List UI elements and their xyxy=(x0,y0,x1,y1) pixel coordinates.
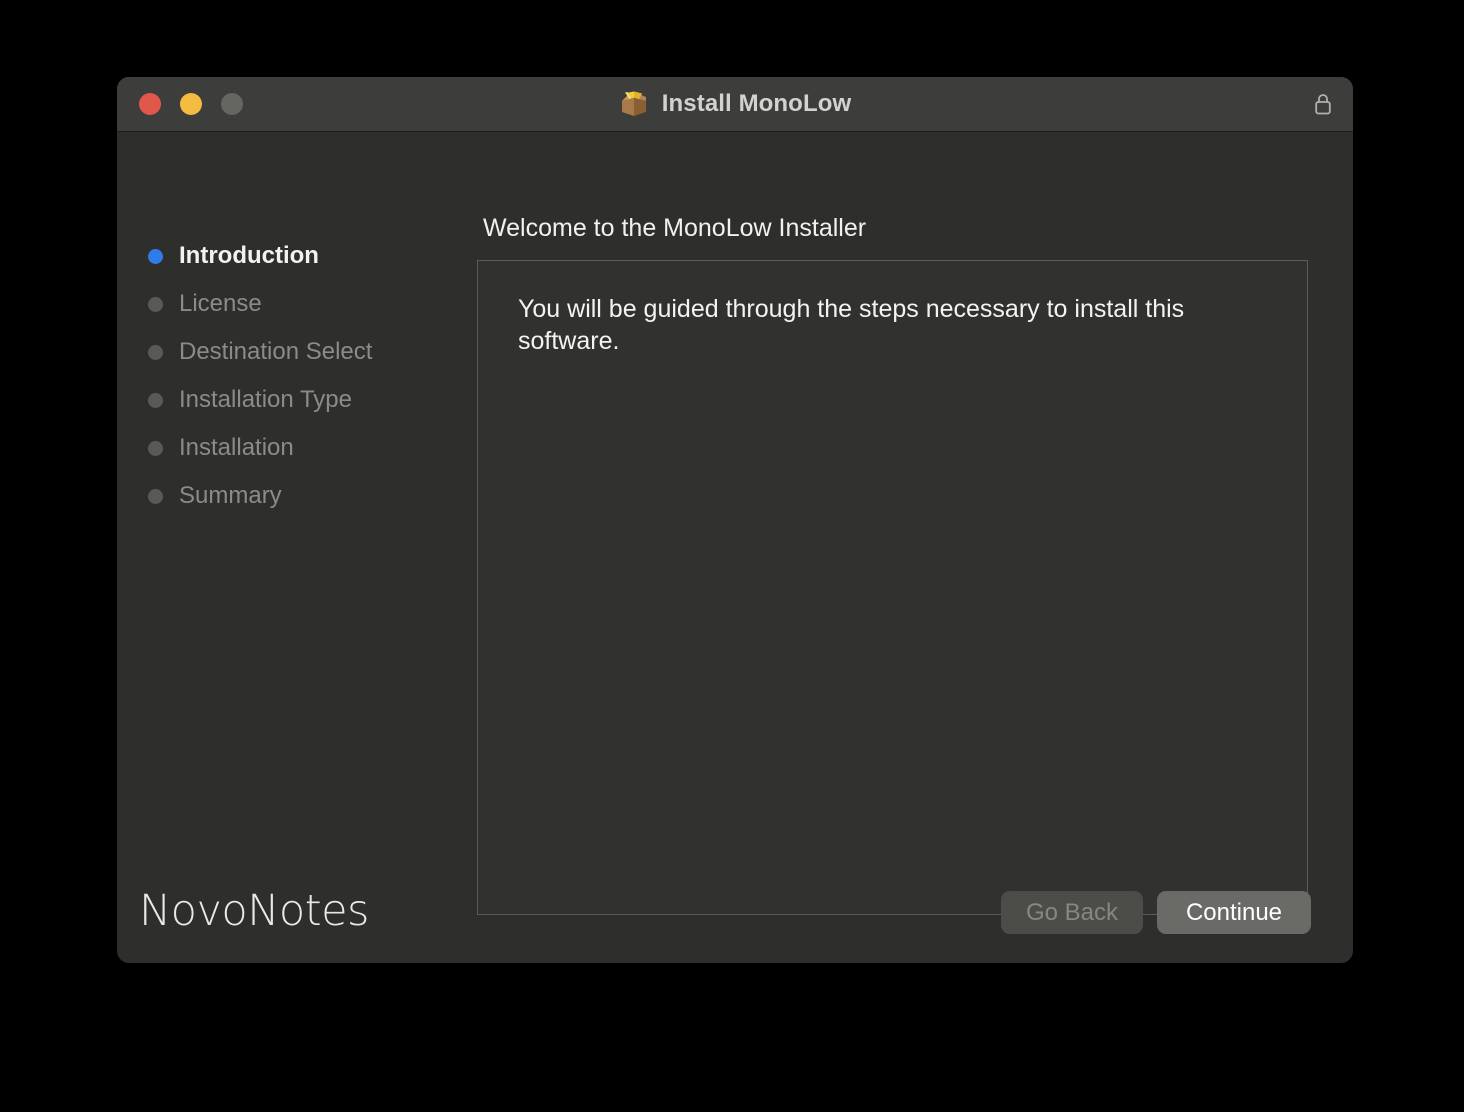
step-dot-icon xyxy=(148,345,163,360)
sidebar-step-installation[interactable]: Installation xyxy=(148,424,478,472)
sidebar-step-label: Introduction xyxy=(179,242,319,270)
sidebar-step-label: Summary xyxy=(179,482,282,510)
installer-step-list: Introduction License Destination Select … xyxy=(148,232,478,520)
sidebar-step-destination-select[interactable]: Destination Select xyxy=(148,328,478,376)
window-title-group: Install MonoLow xyxy=(117,77,1353,131)
installer-main-pane: Welcome to the MonoLow Installer You wil… xyxy=(477,132,1353,963)
window-titlebar[interactable]: Install MonoLow xyxy=(117,77,1353,132)
content-panel: You will be guided through the steps nec… xyxy=(477,260,1308,915)
lock-icon xyxy=(1313,92,1333,116)
sidebar-step-label: Destination Select xyxy=(179,338,372,366)
sidebar-step-label: License xyxy=(179,290,262,318)
continue-button[interactable]: Continue xyxy=(1157,891,1311,934)
zoom-window-button[interactable] xyxy=(221,93,243,115)
sidebar-step-summary[interactable]: Summary xyxy=(148,472,478,520)
sidebar-step-introduction[interactable]: Introduction xyxy=(148,232,478,280)
step-dot-icon xyxy=(148,249,163,264)
package-box-icon xyxy=(619,90,649,118)
close-window-button[interactable] xyxy=(139,93,161,115)
window-title: Install MonoLow xyxy=(662,90,851,118)
installer-footer-actions: Go Back Continue xyxy=(1001,891,1311,934)
installer-sidebar: Introduction License Destination Select … xyxy=(117,132,477,963)
go-back-button[interactable]: Go Back xyxy=(1001,891,1143,934)
sidebar-step-label: Installation xyxy=(179,434,294,462)
minimize-window-button[interactable] xyxy=(180,93,202,115)
page-title: Welcome to the MonoLow Installer xyxy=(483,214,866,243)
welcome-body-text: You will be guided through the steps nec… xyxy=(518,293,1256,357)
sidebar-step-label: Installation Type xyxy=(179,386,352,414)
step-dot-icon xyxy=(148,297,163,312)
step-dot-icon xyxy=(148,489,163,504)
brand-logo: NovoNotes xyxy=(139,890,369,933)
sidebar-step-license[interactable]: License xyxy=(148,280,478,328)
step-dot-icon xyxy=(148,441,163,456)
sidebar-step-installation-type[interactable]: Installation Type xyxy=(148,376,478,424)
lock-button[interactable] xyxy=(1313,77,1333,131)
installer-window: Install MonoLow Introduction Lice xyxy=(117,77,1353,963)
window-body: Introduction License Destination Select … xyxy=(117,132,1353,963)
traffic-light-group xyxy=(139,77,243,131)
step-dot-icon xyxy=(148,393,163,408)
